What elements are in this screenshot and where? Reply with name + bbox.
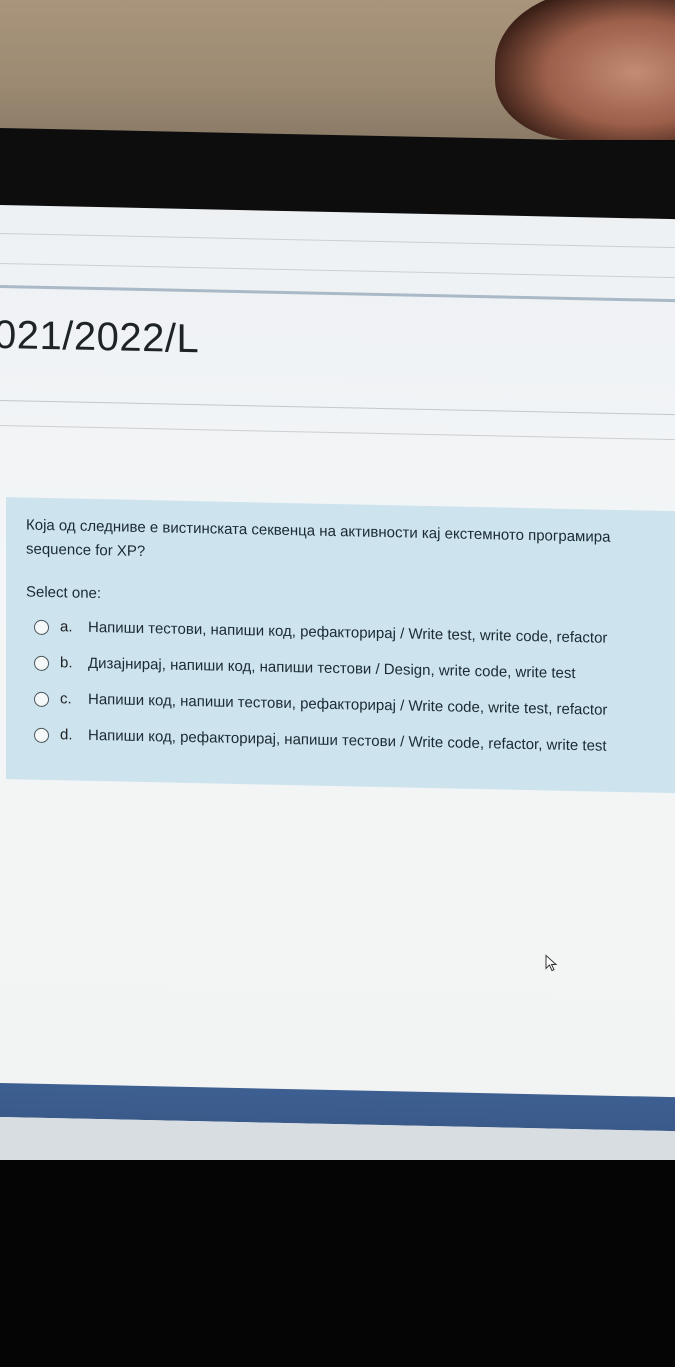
question-text: Која од следниве е вистинската секвенца … [26,514,675,577]
header-accent-line [0,285,675,303]
radio-button[interactable] [34,691,49,708]
radio-button[interactable] [34,655,49,672]
option-label[interactable]: Напиши тестови, напиши код, рефакторирај… [88,619,607,647]
option-letter: d. [60,726,73,744]
person-in-background [495,0,675,140]
option-letter: a. [60,618,73,636]
question-box: Која од следниве е вистинската секвенца … [6,497,675,794]
select-one-label: Select one: [26,583,102,603]
browser-page: 021/2022/L Која од следниве е вистинскат… [0,205,675,1180]
option-label[interactable]: Напиши код, напиши тестови, рефакторирај… [88,691,607,719]
option-label[interactable]: Напиши код, рефакторирај, напиши тестови… [88,727,607,755]
divider [0,400,675,416]
radio-button[interactable] [34,619,49,636]
option-letter: b. [60,654,73,672]
page-title: 021/2022/L [0,312,200,362]
option-letter: c. [60,690,72,708]
monitor-bezel-bottom [0,1160,675,1367]
divider [0,425,675,441]
navbar-divider [0,263,675,279]
mouse-pointer-icon [545,954,558,972]
navbar-divider [0,233,675,249]
radio-button[interactable] [34,727,49,744]
option-label[interactable]: Дизајнирај, напиши код, напиши тестови /… [88,655,576,682]
